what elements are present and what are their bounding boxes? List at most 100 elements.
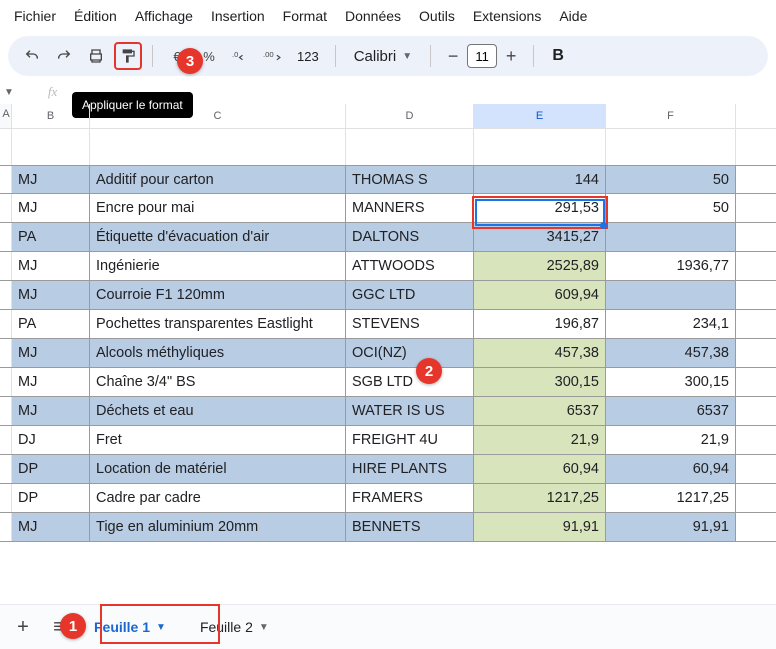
cell-amount-1[interactable]: 609,94 [474,281,606,309]
decrease-font-size-button[interactable]: − [441,44,465,68]
menu-help[interactable]: Aide [559,8,587,24]
increase-font-size-button[interactable]: + [499,44,523,68]
cell-supplier[interactable]: OCI(NZ) [346,339,474,367]
cell-description[interactable]: Fret [90,426,346,454]
cell-code[interactable]: MJ [12,339,90,367]
chevron-down-icon[interactable]: ▼ [259,622,269,633]
cell-code[interactable]: MJ [12,166,90,193]
add-sheet-button[interactable]: + [10,614,36,640]
cell-code[interactable]: MJ [12,281,90,309]
cell-description[interactable]: Courroie F1 120mm [90,281,346,309]
cell-amount-2[interactable]: 91,91 [606,513,736,541]
cell-description[interactable]: Location de matériel [90,455,346,483]
cell-code[interactable]: DP [12,484,90,512]
cell-amount-2[interactable]: 300,15 [606,368,736,396]
redo-button[interactable] [50,42,78,70]
cell-supplier[interactable]: FRAMERS [346,484,474,512]
decrease-decimal-button[interactable]: .0 [227,42,255,70]
cell-supplier[interactable]: WATER IS US [346,397,474,425]
cell-amount-1[interactable]: 1217,25 [474,484,606,512]
cell-supplier[interactable]: DALTONS [346,223,474,251]
cell-description[interactable]: Ingénierie [90,252,346,280]
column-header-a[interactable]: A [0,108,12,120]
cell-description[interactable]: Tige en aluminium 20mm [90,513,346,541]
cell-amount-1[interactable]: 91,91 [474,513,606,541]
paint-format-button[interactable] [114,42,142,70]
sheet-tab-1[interactable]: Feuille 1 ▼ [82,613,178,641]
cell-code[interactable]: MJ [12,252,90,280]
table-row[interactable]: DPCadre par cadreFRAMERS1217,251217,25 [0,484,776,513]
undo-button[interactable] [18,42,46,70]
cell-amount-1[interactable]: 291,53 [474,194,606,222]
cell-amount-2[interactable]: 457,38 [606,339,736,367]
cell-amount-1[interactable]: 300,15 [474,368,606,396]
increase-decimal-button[interactable]: .00 [259,42,287,70]
table-row[interactable]: MJTige en aluminium 20mmBENNETS91,9191,9… [0,513,776,542]
cell-code[interactable]: MJ [12,513,90,541]
cell-supplier[interactable]: GGC LTD [346,281,474,309]
name-box-dropdown[interactable]: ▼ [0,87,14,98]
cell-description[interactable]: Additif pour carton [90,166,346,193]
column-header-d[interactable]: D [346,104,474,128]
cell-amount-2[interactable]: 234,1 [606,310,736,338]
cell-description[interactable]: Pochettes transparentes Eastlight [90,310,346,338]
cell-supplier[interactable]: HIRE PLANTS [346,455,474,483]
cell-code[interactable]: MJ [12,397,90,425]
cell-amount-1[interactable]: 21,9 [474,426,606,454]
table-row[interactable]: PAÉtiquette d'évacuation d'airDALTONS341… [0,223,776,252]
cell-code[interactable]: PA [12,310,90,338]
fill-handle[interactable] [600,222,607,229]
cell-supplier[interactable]: STEVENS [346,310,474,338]
number-format-button[interactable]: 123 [291,49,325,64]
menu-insert[interactable]: Insertion [211,8,265,24]
print-button[interactable] [82,42,110,70]
cell-supplier[interactable]: FREIGHT 4U [346,426,474,454]
cell-amount-1[interactable]: 3415,27 [474,223,606,251]
table-row[interactable]: MJIngénierieATTWOODS2525,891936,77 [0,252,776,281]
cell-description[interactable]: Alcools méthyliques [90,339,346,367]
menu-format[interactable]: Format [283,8,327,24]
cell-amount-2[interactable]: 50 [606,194,736,222]
cell-amount-2[interactable] [606,223,736,251]
cell-amount-2[interactable]: 60,94 [606,455,736,483]
cell-supplier[interactable]: SGB LTD [346,368,474,396]
cell-amount-1[interactable]: 196,87 [474,310,606,338]
cell-amount-2[interactable]: 1936,77 [606,252,736,280]
cell-code[interactable]: DP [12,455,90,483]
table-row[interactable]: DPLocation de matérielHIRE PLANTS60,9460… [0,455,776,484]
cell-amount-1[interactable]: 2525,89 [474,252,606,280]
table-row[interactable]: MJEncre pour maiMANNERS291,5350 [0,194,776,223]
table-row[interactable]: MJChaîne 3/4" BSSGB LTD300,15300,15 [0,368,776,397]
cell-amount-1[interactable]: 60,94 [474,455,606,483]
cell-amount-2[interactable]: 21,9 [606,426,736,454]
table-row[interactable]: PAPochettes transparentes EastlightSTEVE… [0,310,776,339]
cell-description[interactable]: Cadre par cadre [90,484,346,512]
table-row[interactable]: MJAlcools méthyliquesOCI(NZ)457,38457,38 [0,339,776,368]
cell-description[interactable]: Encre pour mai [90,194,346,222]
cell-description[interactable]: Étiquette d'évacuation d'air [90,223,346,251]
table-row[interactable]: DJFretFREIGHT 4U21,921,9 [0,426,776,455]
cell-amount-2[interactable]: 6537 [606,397,736,425]
cell-code[interactable]: MJ [12,368,90,396]
cell-amount-2[interactable]: 1217,25 [606,484,736,512]
chevron-down-icon[interactable]: ▼ [156,622,166,633]
column-header-c[interactable]: C [90,104,346,128]
font-family-select[interactable]: Calibri ▼ [346,48,420,65]
sheet-tab-2[interactable]: Feuille 2 ▼ [188,613,281,641]
menu-file[interactable]: Fichier [14,8,56,24]
cell-description[interactable]: Déchets et eau [90,397,346,425]
column-header-f[interactable]: F [606,104,736,128]
column-header-e[interactable]: E [474,104,606,128]
menu-tools[interactable]: Outils [419,8,455,24]
cell-amount-1[interactable]: 457,38 [474,339,606,367]
cell-code[interactable]: DJ [12,426,90,454]
cell-description[interactable]: Chaîne 3/4" BS [90,368,346,396]
cell-code[interactable]: MJ [12,194,90,222]
cell-supplier[interactable]: THOMAS S [346,166,474,193]
menu-data[interactable]: Données [345,8,401,24]
menu-view[interactable]: Affichage [135,8,193,24]
cell-code[interactable]: PA [12,223,90,251]
table-row[interactable]: MJCourroie F1 120mmGGC LTD609,94 [0,281,776,310]
font-size-input[interactable] [467,44,497,68]
column-header-b[interactable]: B [12,104,90,128]
